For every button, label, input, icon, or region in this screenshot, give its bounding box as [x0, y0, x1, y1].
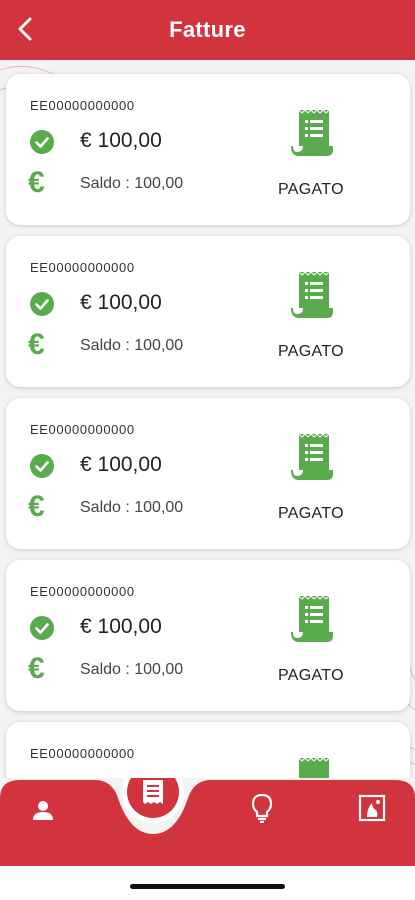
status-label: PAGATO [278, 505, 344, 522]
invoice-code: EE00000000000 [30, 746, 135, 761]
invoice-amount: € 100,00 [80, 129, 162, 152]
chevron-left-icon [18, 17, 32, 41]
nav-profile[interactable] [23, 790, 63, 830]
invoice-card[interactable]: EE00000000000 € 100,00 € Saldo : 100,00 … [6, 398, 410, 549]
user-icon [33, 801, 53, 820]
invoice-balance: Saldo : 100,00 [80, 499, 184, 516]
invoice-code: EE00000000000 [30, 422, 135, 437]
receipt-icon [291, 271, 333, 318]
invoice-card[interactable]: EE00000000000 [6, 722, 410, 778]
invoice-balance: Saldo : 100,00 [80, 175, 184, 192]
invoice-amount: € 100,00 [80, 291, 162, 314]
invoice-card[interactable]: EE00000000000 € 100,00 € Saldo : 100,00 … [6, 236, 410, 387]
nav-tips[interactable] [242, 788, 282, 828]
status-label: PAGATO [278, 343, 344, 360]
check-circle-icon [30, 292, 54, 316]
nav-invoices[interactable] [133, 772, 173, 812]
invoice-balance: Saldo : 100,00 [80, 337, 184, 354]
nav-gallery[interactable] [352, 788, 392, 828]
invoice-code: EE00000000000 [30, 98, 135, 113]
home-indicator-area [0, 866, 415, 900]
receipt-icon [298, 757, 330, 778]
invoice-amount: € 100,00 [80, 615, 162, 638]
lightbulb-icon [251, 793, 273, 823]
receipt-icon [143, 780, 163, 804]
receipt-icon [291, 595, 333, 642]
check-circle-icon [30, 616, 54, 640]
invoice-card[interactable]: EE00000000000 € 100,00 € Saldo : 100,00 … [6, 74, 410, 225]
check-circle-icon [30, 130, 54, 154]
euro-icon: € [28, 166, 45, 199]
euro-icon: € [28, 652, 45, 685]
home-indicator[interactable] [130, 884, 285, 889]
euro-icon: € [28, 490, 45, 523]
receipt-icon [291, 109, 333, 156]
page-title: Fatture [169, 17, 246, 42]
app-header: Fatture [0, 0, 415, 60]
back-button[interactable] [10, 14, 40, 44]
euro-icon: € [28, 328, 45, 361]
status-label: PAGATO [278, 667, 344, 684]
check-circle-icon [30, 454, 54, 478]
bottom-navigation [0, 778, 415, 866]
receipt-icon [291, 433, 333, 480]
invoice-amount: € 100,00 [80, 453, 162, 476]
invoice-list[interactable]: EE00000000000 € 100,00 € Saldo : 100,00 … [0, 60, 415, 778]
image-icon [358, 794, 386, 822]
invoice-code: EE00000000000 [30, 584, 135, 599]
invoice-balance: Saldo : 100,00 [80, 661, 184, 678]
status-label: PAGATO [278, 181, 344, 198]
invoice-code: EE00000000000 [30, 260, 135, 275]
invoice-card[interactable]: EE00000000000 € 100,00 € Saldo : 100,00 … [6, 560, 410, 711]
